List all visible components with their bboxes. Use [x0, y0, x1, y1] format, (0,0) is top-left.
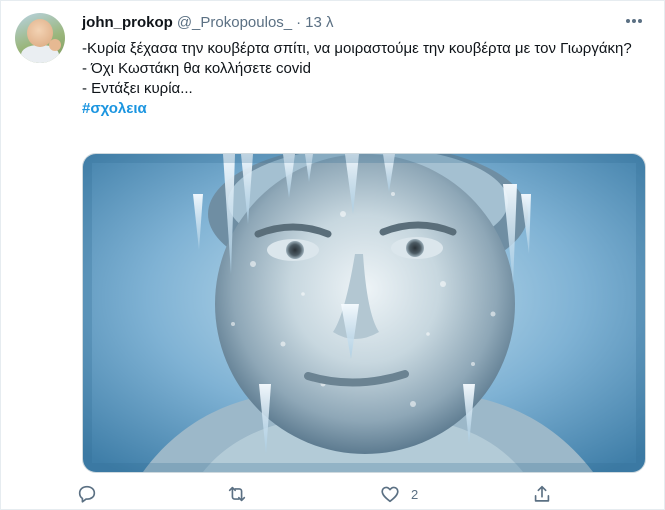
author-handle[interactable]: @_Prokopoulos_: [177, 14, 292, 31]
tweet-timestamp[interactable]: 13 λ: [305, 14, 333, 31]
tweet-media-image[interactable]: [82, 153, 646, 473]
tweet-text: -Κυρία ξέχασα την κουβέρτα σπίτι, να μοι…: [82, 39, 642, 119]
tweet-header: john_prokop @_Prokopoulos_ · 13 λ: [82, 13, 644, 33]
like-count: 2: [411, 486, 419, 502]
more-icon: [626, 19, 642, 23]
heart-icon: [381, 486, 399, 503]
frozen-face-image: [83, 154, 645, 472]
reply-button[interactable]: [76, 481, 108, 507]
author-name[interactable]: john_prokop: [82, 14, 173, 31]
reply-icon: [78, 485, 96, 503]
more-button[interactable]: [622, 11, 646, 31]
avatar-fist: [49, 39, 61, 51]
tweet-actions: 2: [76, 481, 556, 507]
tweet-line: - Όχι Κωστάκη θα κολλήσετε covid: [82, 60, 311, 77]
tweet-card[interactable]: john_prokop @_Prokopoulos_ · 13 λ -Κυρία ξέ…: [0, 0, 665, 510]
retweet-button[interactable]: [226, 481, 258, 507]
share-icon: [534, 485, 550, 502]
avatar[interactable]: [15, 13, 65, 63]
tweet-line: - Εντάξει κυρία...: [82, 80, 193, 97]
retweet-icon: [228, 486, 246, 502]
like-button[interactable]: 2: [379, 481, 418, 507]
tweet-line: -Κυρία ξέχασα την κουβέρτα σπίτι, να μοι…: [82, 40, 632, 57]
header-separator: ·: [296, 14, 302, 31]
hashtag-link[interactable]: #σχολεια: [82, 100, 147, 117]
share-button[interactable]: [531, 481, 563, 507]
